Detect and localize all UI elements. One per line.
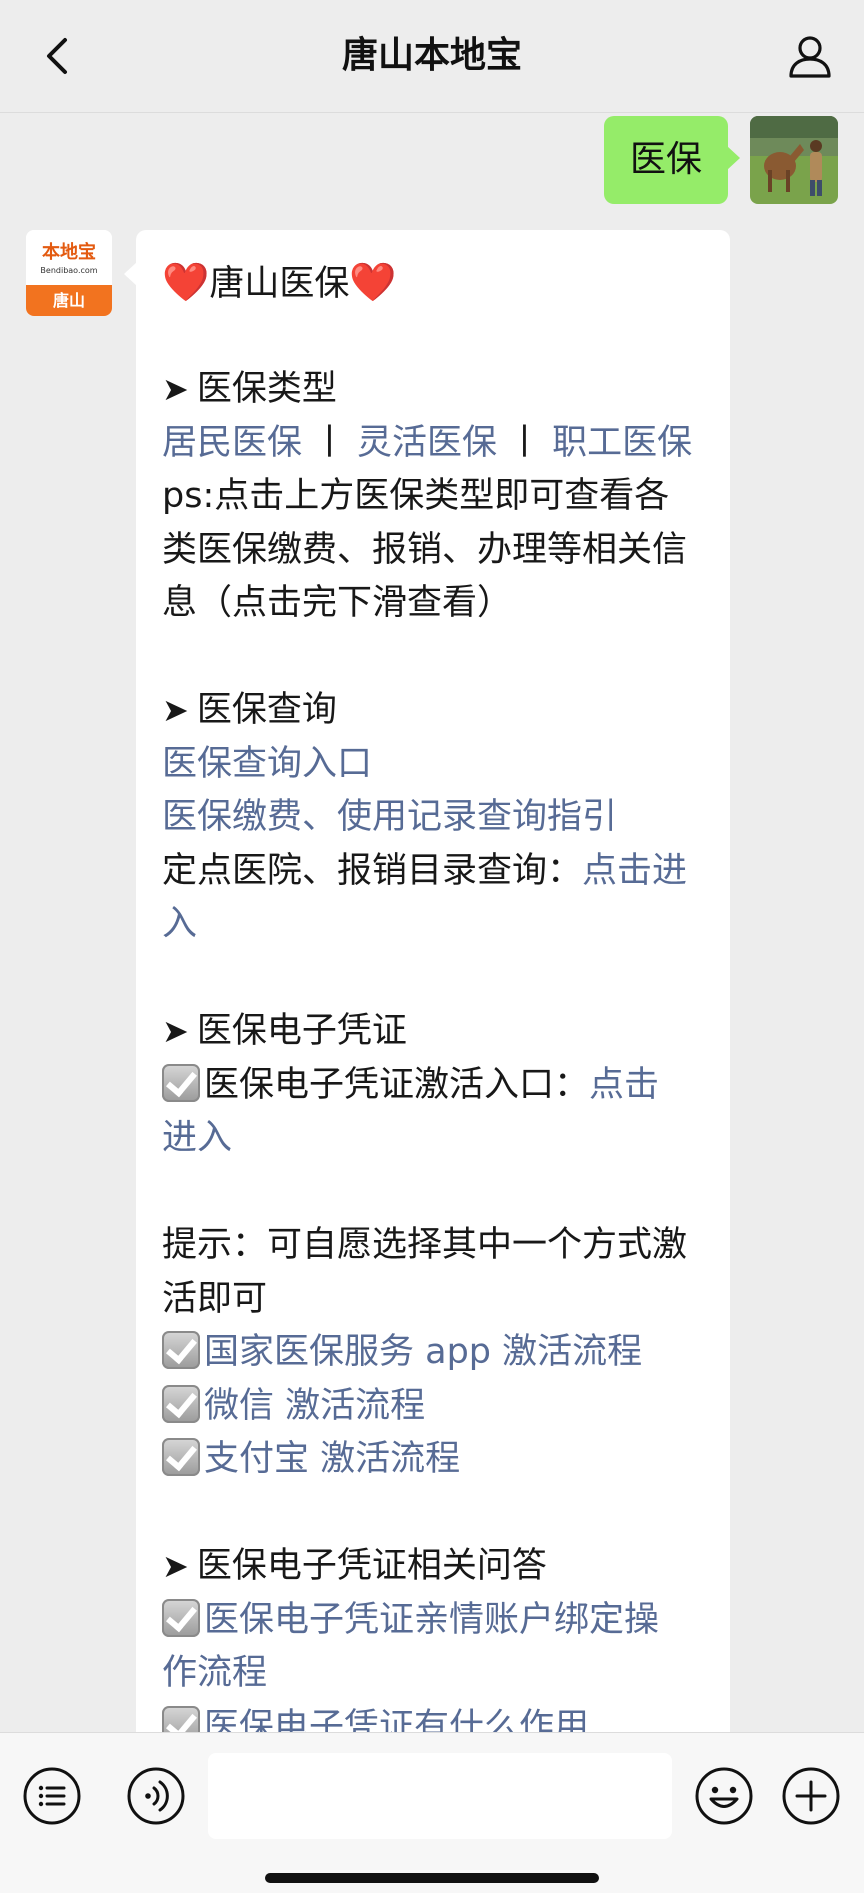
hospital-query-link[interactable]: 点击进 — [582, 851, 687, 891]
payment-record-guide-link[interactable]: 医保缴费、使用记录查询指引 — [162, 797, 617, 837]
logo-text: 本地宝 — [42, 242, 96, 263]
tip-line: 活即可 — [162, 1278, 268, 1319]
checkbox-checked-icon — [162, 1384, 200, 1423]
arrow-icon: ➤ — [162, 1012, 189, 1050]
logo-top: 本地宝 Bendibao.com — [26, 230, 112, 285]
logo-city: 唐山 — [26, 285, 112, 316]
activation-entry-link[interactable]: 点击 — [589, 1065, 659, 1105]
logo-url: Bendibao.com — [40, 266, 98, 275]
hospital-query-line: 定点医院、报销目录查询：点击进 — [162, 850, 688, 891]
chat-title: 唐山本地宝 — [341, 35, 522, 76]
checkbox-checked-icon — [162, 1598, 200, 1637]
navigation-bar: 唐山本地宝 — [0, 0, 864, 113]
heart-icon: ❤️ — [349, 260, 397, 304]
activation-link-line: 微信 激活流程 — [162, 1380, 704, 1434]
menu-list-icon[interactable] — [22, 1766, 82, 1826]
hospital-query-line-cont: 入 — [162, 898, 704, 952]
separator: 丨 — [312, 422, 348, 463]
section-heading: ➤ 医保电子凭证相关问答 — [162, 1546, 547, 1586]
employee-insurance-link[interactable]: 职工医保 — [552, 423, 692, 463]
heart-icon: ❤️ — [162, 260, 210, 304]
qa-link-line: 医保电子凭证有什么作用 — [162, 1701, 704, 1733]
national-app-activation-link[interactable]: 国家医保服务 app 激活流程 — [204, 1332, 642, 1372]
flexible-insurance-link[interactable]: 灵活医保 — [357, 423, 497, 463]
checkbox-checked-icon — [162, 1063, 200, 1102]
certificate-usage-link[interactable]: 医保电子凭证有什么作用 — [204, 1707, 589, 1733]
activation-link-line: 支付宝 激活流程 — [162, 1433, 704, 1487]
input-bar — [0, 1732, 864, 1893]
section-heading: ➤ 医保查询 — [162, 690, 337, 730]
home-indicator[interactable] — [265, 1873, 599, 1883]
voice-icon[interactable] — [126, 1766, 186, 1826]
section-heading: ➤ 医保电子凭证 — [162, 1011, 407, 1051]
note-line: ps:点击上方医保类型即可查看各 — [162, 476, 670, 516]
plus-icon[interactable] — [781, 1766, 841, 1826]
family-account-binding-link[interactable]: 医保电子凭证亲情账户绑定操 — [204, 1600, 659, 1640]
message-title: 唐山医保 — [209, 264, 350, 304]
my-avatar[interactable] — [750, 116, 838, 204]
note-line: 息（点击完下滑查看） — [162, 583, 513, 623]
sent-message-bubble[interactable]: 医保 — [603, 116, 741, 204]
received-message-bubble: ❤️唐山医保❤️ ➤ 医保类型 居民医保丨灵活医保丨职工医保 ps:点击上方医保类… — [124, 230, 730, 1733]
activation-entry-line-cont: 进入 — [162, 1112, 704, 1166]
qa-link-line: 医保电子凭证亲情账户绑定操 — [162, 1594, 704, 1648]
chat-area[interactable]: 医保 本地宝 Bendibao.com 唐山 ❤️唐山医保❤️ ➤ 医保类型 居… — [0, 112, 864, 1732]
note-line: 类医保缴费、报销、办理等相关信 — [162, 529, 688, 570]
message-title-line: ❤️唐山医保❤️ — [162, 256, 704, 310]
tip-line: 提示：可自愿选择其中一个方式激 — [162, 1225, 688, 1265]
user-profile-icon[interactable] — [780, 26, 840, 86]
message-input[interactable] — [208, 1753, 672, 1839]
arrow-icon: ➤ — [162, 691, 189, 729]
qa-link-line-cont: 作流程 — [162, 1647, 704, 1701]
wechat-activation-link[interactable]: 微信 激活流程 — [204, 1386, 425, 1426]
family-account-binding-link[interactable]: 作流程 — [162, 1653, 267, 1693]
separator: 丨 — [507, 422, 543, 463]
insurance-query-link[interactable]: 医保查询入口 — [162, 744, 372, 784]
insurance-type-links: 居民医保丨灵活医保丨职工医保 — [162, 417, 704, 471]
query-entry-link: 医保查询入口 — [162, 738, 704, 792]
resident-insurance-link[interactable]: 居民医保 — [162, 423, 302, 463]
alipay-activation-link[interactable]: 支付宝 激活流程 — [204, 1439, 460, 1479]
section-heading: ➤ 医保类型 — [162, 369, 337, 409]
activation-entry-link[interactable]: 进入 — [162, 1118, 232, 1158]
checkbox-checked-icon — [162, 1438, 200, 1476]
arrow-icon: ➤ — [162, 1547, 189, 1585]
activation-entry-line: 医保电子凭证激活入口：点击 — [162, 1059, 704, 1113]
activation-link-line: 国家医保服务 app 激活流程 — [162, 1326, 704, 1380]
arrow-icon: ➤ — [162, 370, 189, 408]
sender-avatar[interactable]: 本地宝 Bendibao.com 唐山 — [26, 230, 112, 316]
checkbox-checked-icon — [162, 1705, 200, 1732]
checkbox-checked-icon — [162, 1331, 200, 1369]
payment-record-link-line: 医保缴费、使用记录查询指引 — [162, 791, 704, 845]
hospital-query-link[interactable]: 入 — [162, 904, 197, 944]
emoji-icon[interactable] — [694, 1766, 754, 1826]
